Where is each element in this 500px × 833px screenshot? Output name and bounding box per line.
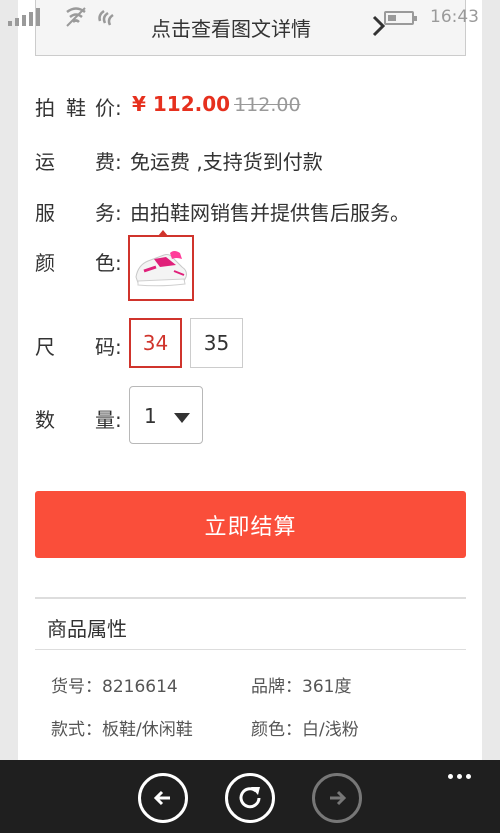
attribute-style: 款式：板鞋/休闲鞋 bbox=[51, 720, 193, 740]
attribute-item-no: 货号：8216614 bbox=[51, 677, 178, 697]
nfc-icon bbox=[98, 9, 114, 26]
color-label-2: 色: bbox=[95, 251, 122, 275]
price-label-1: 拍 bbox=[35, 96, 55, 120]
size-option-34[interactable]: 34 bbox=[129, 318, 182, 368]
shipping-value: 免运费 ,支持货到付款 bbox=[130, 150, 323, 174]
original-price: 112.00 bbox=[234, 94, 301, 116]
current-price: ¥ 112.00 bbox=[132, 92, 231, 116]
quantity-value: 1 bbox=[144, 404, 157, 428]
quantity-label-1: 数 bbox=[35, 408, 55, 432]
service-label-1: 服 bbox=[35, 201, 55, 225]
back-button[interactable] bbox=[138, 773, 188, 823]
checkout-button[interactable]: 立即结算 bbox=[35, 491, 466, 558]
attributes-section: 商品属性 货号：8216614 品牌：361度 款式：板鞋/休闲鞋 颜色：白/浅… bbox=[35, 597, 466, 767]
service-row: 服 务: 由拍鞋网销售并提供售后服务。 bbox=[35, 197, 466, 225]
shipping-label-1: 运 bbox=[35, 150, 55, 174]
shipping-label-2: 费: bbox=[95, 150, 122, 174]
price-label-3: 价: bbox=[95, 96, 122, 120]
size-option-35[interactable]: 35 bbox=[190, 318, 243, 368]
browser-app-bar bbox=[0, 760, 500, 833]
forward-arrow-icon bbox=[330, 790, 347, 806]
attributes-divider bbox=[35, 649, 466, 650]
color-label-1: 颜 bbox=[35, 251, 55, 275]
quantity-row: 数 量: bbox=[35, 404, 125, 432]
attribute-color: 颜色：白/浅粉 bbox=[251, 720, 359, 740]
quantity-select[interactable]: 1 bbox=[129, 386, 203, 444]
price-label-2: 鞋 bbox=[66, 96, 86, 120]
shoe-thumbnail bbox=[135, 251, 187, 287]
refresh-button[interactable] bbox=[225, 773, 275, 823]
shipping-row: 运 费: 免运费 ,支持货到付款 bbox=[35, 146, 466, 174]
signal-icon bbox=[8, 8, 40, 26]
forward-button[interactable] bbox=[312, 773, 362, 823]
more-dots-icon[interactable] bbox=[448, 774, 471, 779]
size-row: 尺 码: bbox=[35, 331, 125, 359]
size-label-1: 尺 bbox=[35, 335, 55, 359]
price-row: 拍 鞋 价: ¥ 112.00 112.00 bbox=[35, 92, 466, 120]
price-values: ¥ 112.00 112.00 bbox=[132, 92, 301, 116]
attributes-title: 商品属性 bbox=[47, 617, 127, 641]
color-option-white-pink[interactable] bbox=[128, 230, 194, 301]
status-bar: 16:43 bbox=[0, 0, 500, 36]
dropdown-caret-icon bbox=[174, 413, 190, 423]
color-row: 颜 色: bbox=[35, 247, 125, 275]
quantity-label-2: 量: bbox=[95, 408, 122, 432]
wifi-off-icon bbox=[66, 7, 86, 27]
status-time: 16:43 bbox=[430, 7, 479, 27]
attribute-brand: 品牌：361度 bbox=[251, 677, 352, 697]
service-value: 由拍鞋网销售并提供售后服务。 bbox=[130, 201, 410, 225]
service-label-2: 务: bbox=[95, 201, 122, 225]
battery-icon bbox=[384, 11, 417, 25]
size-label-2: 码: bbox=[95, 335, 122, 359]
back-arrow-icon bbox=[153, 790, 170, 806]
refresh-icon bbox=[239, 787, 261, 809]
